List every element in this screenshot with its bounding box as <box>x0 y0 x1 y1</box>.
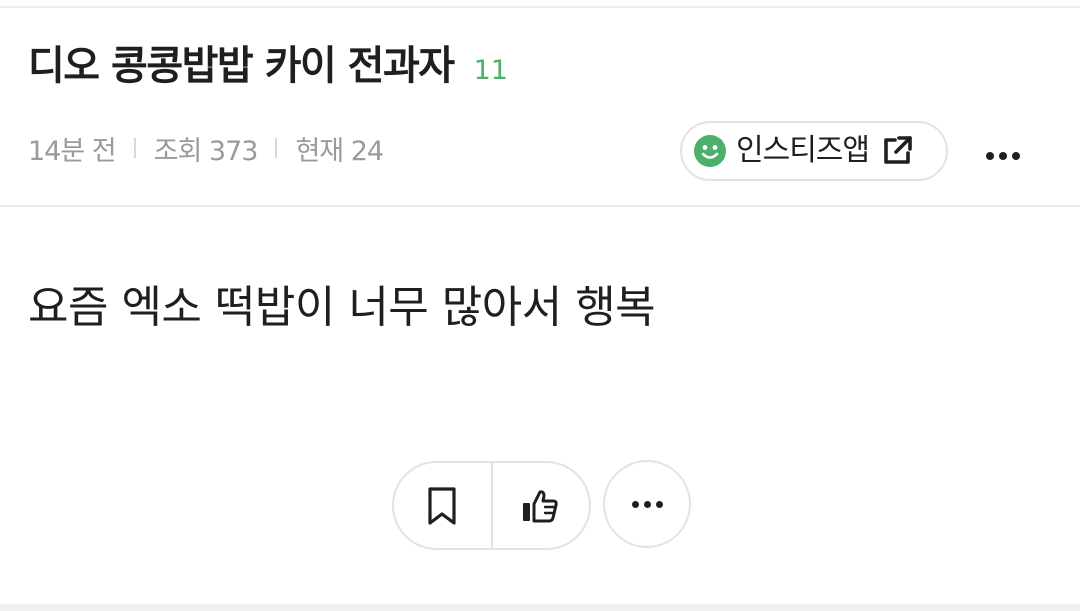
smile-icon <box>694 135 726 167</box>
thumbs-up-icon <box>522 489 558 522</box>
more-icon-dot <box>655 500 663 508</box>
more-icon <box>986 152 994 160</box>
more-options-button[interactable] <box>978 136 1028 176</box>
title-row: 디오 콩콩밥밥 카이 전과자 11 <box>28 38 508 99</box>
bottom-divider <box>0 604 1080 611</box>
more-icon-dot <box>643 500 651 508</box>
view-count: 조회 373 <box>153 135 259 167</box>
current-viewers: 현재 24 <box>295 135 384 167</box>
meta-separator <box>275 138 278 158</box>
bookmark-icon <box>428 486 456 525</box>
time-ago: 14분 전 <box>28 135 117 167</box>
app-link-label: 인스티즈앱 <box>736 133 870 168</box>
meta-separator <box>133 138 136 158</box>
post-actions <box>392 461 591 550</box>
post-body: 요즘 엑소 떡밥이 너무 많아서 행복 <box>28 282 656 333</box>
more-icon-dot <box>1012 152 1020 160</box>
comment-count[interactable]: 11 <box>474 43 508 99</box>
header-divider <box>0 205 1080 207</box>
like-button[interactable] <box>493 463 590 548</box>
bookmark-button[interactable] <box>394 463 491 548</box>
external-link-icon <box>884 136 912 164</box>
more-icon-dot <box>999 152 1007 160</box>
post-meta: 14분 전 조회 373 현재 24 <box>28 128 384 168</box>
app-link-button[interactable]: 인스티즈앱 <box>680 121 948 181</box>
post-more-button[interactable] <box>603 460 691 548</box>
post-title: 디오 콩콩밥밥 카이 전과자 <box>28 43 455 89</box>
post-header: 디오 콩콩밥밥 카이 전과자 11 14분 전 조회 373 현재 24 인스티… <box>0 8 1080 206</box>
more-icon <box>631 500 639 508</box>
